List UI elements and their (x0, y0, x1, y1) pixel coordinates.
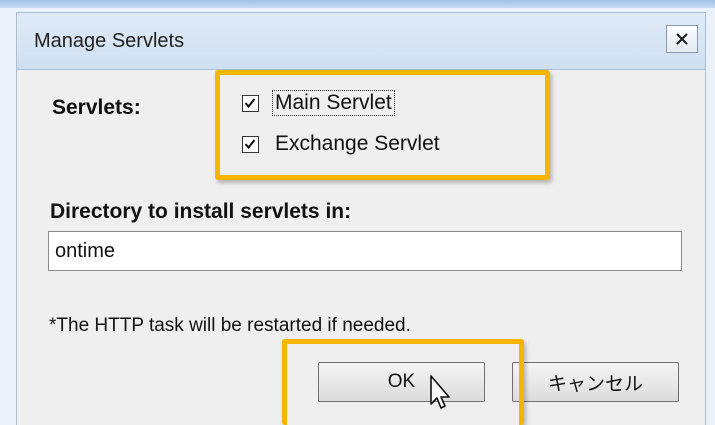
window-frame: Manage Servlets Servlets: Main Servlet E… (0, 0, 715, 425)
close-icon (676, 33, 688, 45)
ok-highlight-box (282, 339, 524, 425)
dialog-titlebar: Manage Servlets (16, 12, 706, 70)
mouse-cursor-icon (430, 375, 450, 409)
servlets-highlight-box (215, 70, 550, 180)
dialog-title: Manage Servlets (34, 30, 185, 52)
directory-label: Directory to install servlets in: (50, 200, 352, 223)
close-button[interactable] (666, 25, 698, 53)
directory-input[interactable] (48, 231, 682, 271)
window-top-border (0, 0, 715, 8)
servlets-label: Servlets: (52, 96, 141, 119)
restart-note: *The HTTP task will be restarted if need… (49, 315, 411, 336)
cancel-button[interactable]: キャンセル (512, 362, 679, 402)
